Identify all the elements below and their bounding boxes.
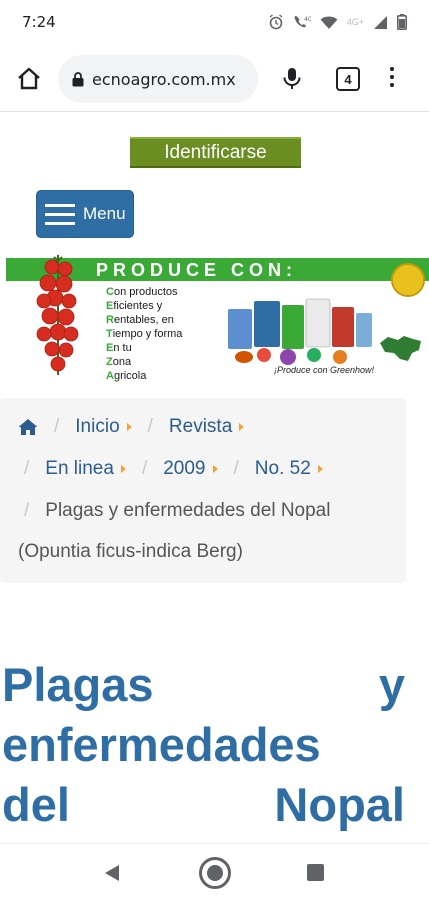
breadcrumb-row: / Inicio / Revista — [18, 416, 245, 438]
svg-text:4G: 4G — [304, 16, 311, 23]
browser-toolbar: ecnoagro.com.mx 4 — [0, 50, 429, 108]
tabs-button[interactable]: 4 — [336, 67, 360, 91]
battery-icon — [397, 14, 407, 30]
breadcrumb-row: / En linea / 2009 / No. 52 — [18, 458, 323, 480]
network-type-label: 4G+ — [346, 17, 364, 27]
url-text: ecnoagro.com.mx — [92, 69, 236, 89]
back-icon[interactable] — [104, 864, 120, 882]
more-menu-icon[interactable] — [390, 67, 394, 87]
home-icon[interactable] — [16, 66, 42, 92]
article-title-line: del Nopal — [2, 778, 405, 831]
banner-slogan: ¡Produce con Greenhow! — [274, 365, 375, 375]
breadcrumb-current: Plagas y enfermedades del Nopal — [45, 500, 331, 521]
status-time: 7:24 — [22, 13, 56, 31]
seal-icon — [391, 263, 425, 297]
breadcrumb-link-no-52[interactable]: No. 52 — [255, 458, 311, 480]
caret-right-icon — [317, 465, 323, 473]
article-title: Plagas y enfermedades del Nopal — [0, 655, 429, 835]
breadcrumb-link-inicio[interactable]: Inicio — [75, 416, 119, 438]
breadcrumb-separator: / — [147, 416, 153, 437]
breadcrumb-separator: / — [141, 458, 148, 479]
banner-line: Rentables, en — [106, 314, 174, 326]
banner-line: Eficientes y — [106, 300, 163, 312]
banner-line: Tiempo y forma — [106, 328, 183, 340]
volte-icon: 4G — [294, 16, 311, 28]
banner-line: Agricola — [106, 370, 147, 382]
products-image — [228, 298, 372, 365]
ad-banner[interactable]: PRODUCE CON: Con productos Eficientes y … — [6, 253, 429, 385]
breadcrumb-row: (Opuntia ficus-indica Berg) — [18, 541, 243, 563]
home-icon[interactable] — [18, 418, 38, 436]
banner-line: Con productos — [106, 286, 178, 298]
toolbar-divider — [0, 111, 429, 112]
banner-acrostic: Con productos Eficientes y Rentables, en… — [106, 285, 182, 383]
breadcrumb-separator: / — [54, 416, 60, 437]
breadcrumb: / Inicio / Revista / En linea / 2009 / N… — [0, 398, 406, 583]
article-title-line: enfermedades — [2, 718, 321, 771]
alarm-icon — [269, 14, 283, 30]
caret-right-icon — [126, 423, 132, 431]
android-nav-bar — [0, 843, 429, 900]
hamburger-icon — [45, 203, 75, 225]
breadcrumb-separator: / — [24, 500, 30, 521]
article-title-line: Plagas y — [2, 658, 405, 711]
mic-icon[interactable] — [282, 67, 302, 91]
caret-right-icon — [120, 465, 126, 473]
breadcrumb-link-revista[interactable]: Revista — [169, 416, 232, 438]
menu-button[interactable]: Menu — [36, 190, 134, 238]
home-circle-icon[interactable] — [198, 856, 232, 890]
world-map-icon — [380, 336, 421, 361]
status-icons: 4G 4G+ — [268, 14, 407, 30]
tab-count: 4 — [344, 71, 352, 87]
breadcrumb-separator: / — [24, 458, 30, 479]
caret-right-icon — [239, 423, 245, 431]
tomatoes-image — [36, 255, 79, 375]
status-bar: 7:24 4G 4G+ — [0, 0, 429, 44]
caret-right-icon — [212, 465, 218, 473]
recent-apps-icon[interactable] — [307, 864, 324, 881]
breadcrumb-link-2009[interactable]: 2009 — [163, 458, 205, 480]
login-button[interactable]: Identificarse — [130, 137, 301, 168]
wifi-icon — [320, 16, 338, 29]
banner-line: Zona — [106, 356, 132, 368]
breadcrumb-current-cont: (Opuntia ficus-indica Berg) — [18, 541, 243, 562]
banner-title: PRODUCE CON: — [96, 260, 298, 280]
banner-line: En tu — [106, 342, 132, 354]
lock-icon — [72, 71, 84, 86]
breadcrumb-row: / Plagas y enfermedades del Nopal — [18, 500, 330, 522]
address-bar[interactable]: ecnoagro.com.mx — [58, 55, 258, 103]
menu-button-label: Menu — [83, 204, 126, 223]
breadcrumb-link-en-linea[interactable]: En linea — [45, 458, 114, 480]
breadcrumb-separator: / — [233, 458, 239, 479]
signal-icon — [374, 15, 387, 29]
